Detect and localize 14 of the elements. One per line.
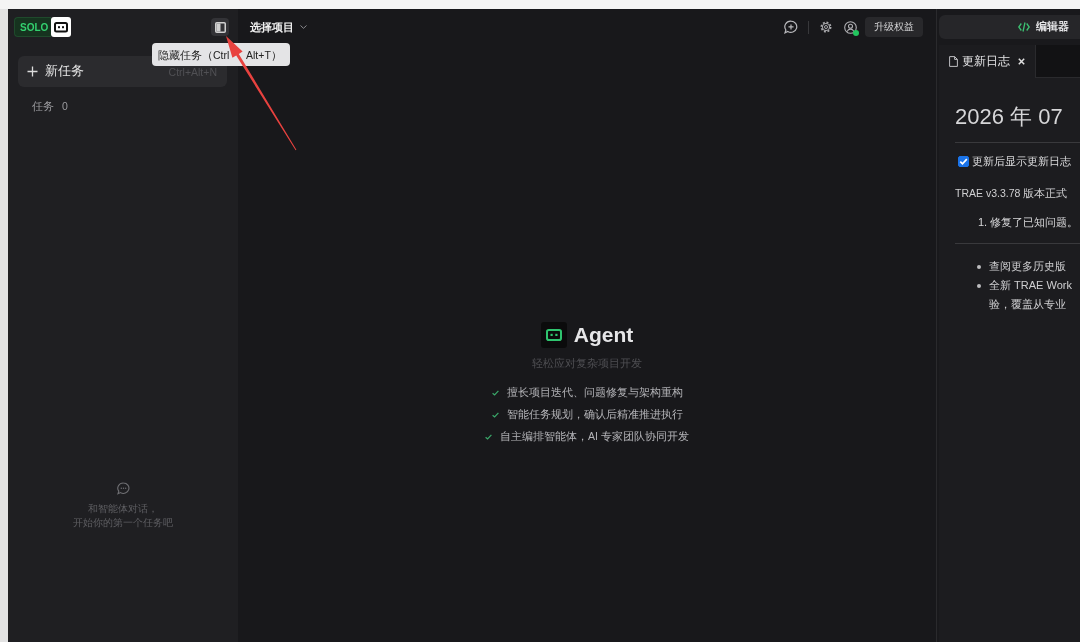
feature-text: 智能任务规划，确认后精准推进执行 bbox=[506, 408, 683, 422]
tooltip-text: Alt+T） bbox=[246, 47, 282, 62]
changelog-heading: 2026 年 07 bbox=[955, 103, 1063, 131]
solo-logo: SOLO bbox=[14, 17, 52, 37]
release-text: TRAE v3.3.78 版本正式 bbox=[955, 186, 1068, 200]
bullet-text: 查阅更多历史版 bbox=[989, 259, 1066, 274]
tasks-label: 任务 bbox=[32, 99, 54, 113]
feature-text: 自主编排智能体，AI 专家团队协同开发 bbox=[500, 430, 689, 444]
changelog-item: 1. 修复了已知问题。 bbox=[978, 215, 1079, 229]
checkbox-label: 更新后显示更新日志 bbox=[972, 154, 1071, 168]
agent-title: Agent bbox=[573, 323, 634, 347]
bullet-text: 全新 TRAE Work 验，覆盖从专业 bbox=[989, 278, 1072, 312]
task-count: 0 bbox=[62, 99, 68, 113]
feature-text: 擅长项目迭代、问题修复与架构重构 bbox=[506, 386, 683, 400]
